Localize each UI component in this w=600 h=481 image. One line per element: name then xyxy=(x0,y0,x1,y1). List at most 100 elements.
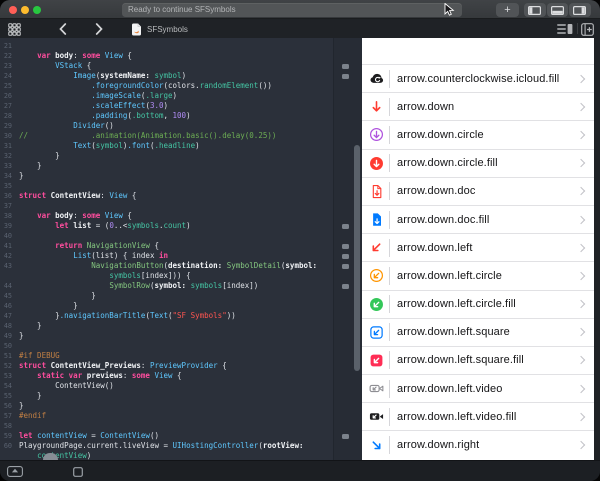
code-token: } xyxy=(19,171,24,180)
code-line: 42 List(list) { index in xyxy=(0,251,333,261)
code-line: 33 } xyxy=(0,161,333,171)
code-token xyxy=(19,451,37,460)
result-button[interactable] xyxy=(342,74,349,79)
minimize-button[interactable] xyxy=(21,6,29,14)
code-token: Text xyxy=(73,141,91,150)
code-token: } xyxy=(19,391,42,400)
chevron-right-icon xyxy=(577,131,585,139)
code-token: in xyxy=(159,251,168,260)
result-button[interactable] xyxy=(342,264,349,269)
code-token xyxy=(19,371,37,380)
symbol-row[interactable]: arrow.down.left.square.fill xyxy=(362,346,594,374)
symbol-row[interactable]: arrow.down xyxy=(362,92,594,120)
code-token: static xyxy=(37,371,64,380)
code-token xyxy=(19,111,91,120)
line-number: 25 xyxy=(0,81,19,91)
code-token: body xyxy=(55,51,73,60)
arrow.down.left.video.fill-icon xyxy=(368,409,384,424)
code-token: Divider xyxy=(73,121,105,130)
line-number: 27 xyxy=(0,101,19,111)
result-button[interactable] xyxy=(342,244,349,249)
row-divider xyxy=(389,154,390,172)
close-button[interactable] xyxy=(9,6,17,14)
code-token: symbol xyxy=(96,141,123,150)
content-area: 2122 var body: some View {23 VStack {24 … xyxy=(0,38,600,460)
chevron-right-icon xyxy=(577,215,585,223)
symbol-row[interactable]: arrow.counterclockwise.icloud.fill xyxy=(362,64,594,92)
code-line: 28 .padding(.bottom, 100) xyxy=(0,111,333,121)
chevron-right-icon xyxy=(577,356,585,364)
symbol-row[interactable]: arrow.down.doc xyxy=(362,177,594,205)
arrow.down.left.circle.fill-icon xyxy=(368,297,384,312)
chevron-right-icon xyxy=(577,413,585,421)
row-divider xyxy=(389,211,390,229)
result-button[interactable] xyxy=(342,64,349,69)
editor-scrollbar[interactable] xyxy=(354,145,360,371)
line-number: 59 xyxy=(0,431,19,441)
code-token: { xyxy=(82,61,91,70)
symbol-row[interactable]: arrow.down.circle.fill xyxy=(362,149,594,177)
symbol-row[interactable]: arrow.down.left.circle.fill xyxy=(362,290,594,318)
add-viewer-button[interactable] xyxy=(580,22,595,36)
code-token: symbol: xyxy=(154,281,190,290)
code-token: ContentView() xyxy=(19,381,114,390)
line-results-icon xyxy=(557,23,573,35)
code-line: 55 } xyxy=(0,391,333,401)
code-line: 41 return NavigationView { xyxy=(0,241,333,251)
document-title: SFSymbols xyxy=(147,22,188,36)
line-number: 35 xyxy=(0,181,19,191)
result-button[interactable] xyxy=(342,254,349,259)
code-line: 32 } xyxy=(0,151,333,161)
result-button[interactable] xyxy=(342,284,349,289)
toggle-bottom-panel-button[interactable] xyxy=(547,3,569,17)
code-line: 21 xyxy=(0,41,333,51)
code-token: randomElement xyxy=(200,81,259,90)
code-line: 48 } xyxy=(0,321,333,331)
result-button[interactable] xyxy=(342,224,349,229)
code-token: previews xyxy=(87,371,123,380)
symbol-row[interactable]: arrow.down.left.square xyxy=(362,318,594,346)
line-number: 45 xyxy=(0,291,19,301)
symbol-row[interactable]: arrow.down.doc.fill xyxy=(362,205,594,233)
symbol-row[interactable]: arrow.down.circle xyxy=(362,120,594,148)
code-token: .bottom xyxy=(132,111,164,120)
show-all-playgrounds-button[interactable] xyxy=(7,22,21,36)
toggle-results-button[interactable] xyxy=(556,22,574,36)
line-number: 51 xyxy=(0,351,19,361)
zoom-button[interactable] xyxy=(33,6,41,14)
toggle-right-panel-button[interactable] xyxy=(569,3,591,17)
row-divider xyxy=(389,98,390,116)
add-tab-button[interactable]: + xyxy=(496,3,519,17)
stop-button[interactable] xyxy=(71,466,85,478)
code-token: { xyxy=(123,211,132,220)
toolbar-divider xyxy=(577,23,578,34)
code-token: some xyxy=(132,371,150,380)
symbol-row[interactable]: arrow.down.left.video xyxy=(362,374,594,402)
code-line: 29 Divider() xyxy=(0,121,333,131)
run-button-peek[interactable] xyxy=(43,453,58,460)
status-field[interactable]: Ready to continue SFSymbols xyxy=(122,3,462,17)
line-number: 26 xyxy=(0,91,19,101)
toggle-left-panel-button[interactable] xyxy=(524,3,546,17)
code-line: 36struct ContentView: View { xyxy=(0,191,333,201)
chevron-right-icon xyxy=(95,23,103,35)
line-number: 40 xyxy=(0,231,19,241)
code-token: 3.0 xyxy=(150,101,164,110)
result-button[interactable] xyxy=(342,434,349,439)
arrow.down.left.square-icon xyxy=(368,325,384,340)
code-token: count xyxy=(164,221,187,230)
code-token: #endif xyxy=(19,411,46,420)
console-toggle-button[interactable] xyxy=(6,465,24,478)
symbol-row[interactable]: arrow.down.left xyxy=(362,233,594,261)
code-token: ) xyxy=(195,141,200,150)
symbol-row[interactable]: arrow.down.left.video.fill xyxy=(362,402,594,430)
line-number: 32 xyxy=(0,151,19,161)
code-token: .font xyxy=(127,141,150,150)
code-token: } xyxy=(19,331,24,340)
code-line: 49} xyxy=(0,331,333,341)
symbol-row[interactable]: arrow.down.right xyxy=(362,430,594,458)
code-editor[interactable]: 2122 var body: some View {23 VStack {24 … xyxy=(0,38,362,460)
symbol-row[interactable]: arrow.down.left.circle xyxy=(362,261,594,289)
back-button[interactable] xyxy=(56,22,70,36)
forward-button[interactable] xyxy=(92,22,106,36)
